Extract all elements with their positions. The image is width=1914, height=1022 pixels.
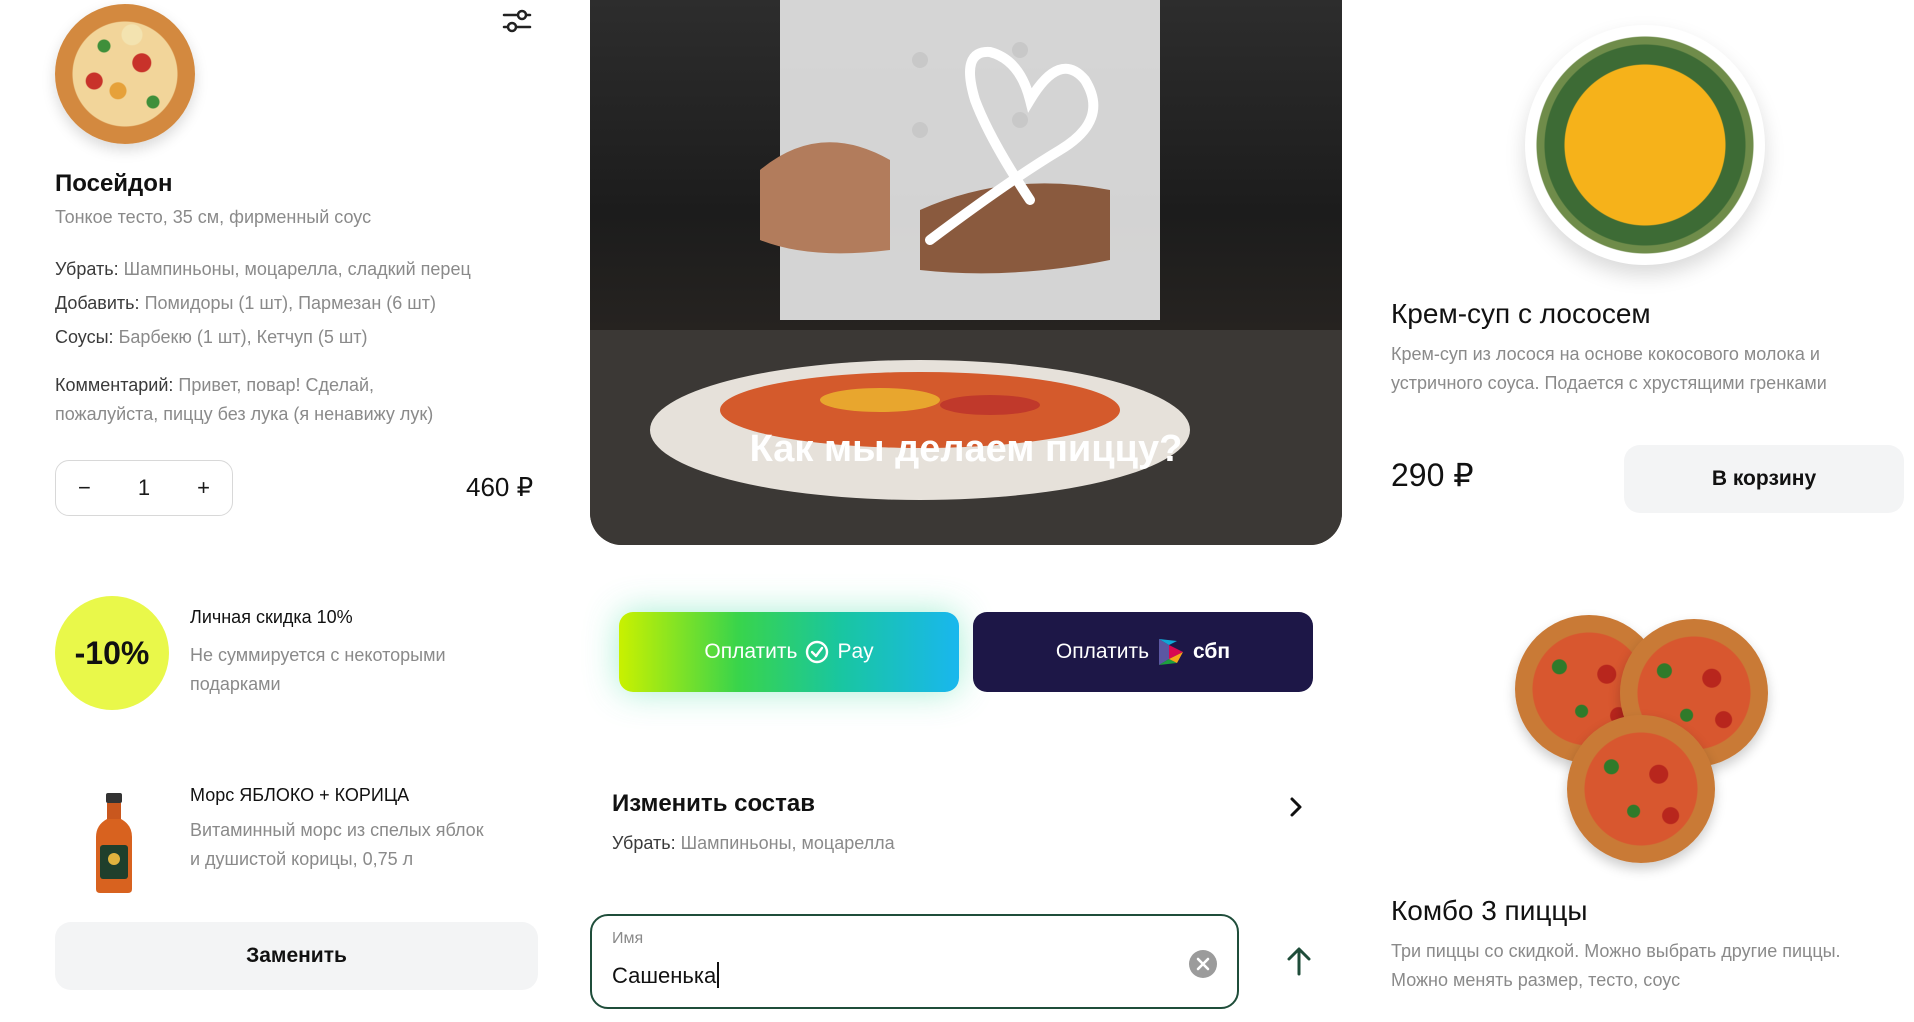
pizza-image-poseidon <box>55 4 195 144</box>
chevron-right-icon[interactable] <box>1288 795 1304 819</box>
drink-description: Витаминный морс из спелых яблок и душист… <box>190 816 484 874</box>
comment-label: Комментарий: <box>55 375 174 395</box>
combo-description: Три пиццы со скидкой. Можно выбрать друг… <box>1391 937 1841 995</box>
comment-value-line1: Привет, повар! Сделай, <box>178 375 375 395</box>
change-remove-label: Убрать: <box>612 833 676 853</box>
sauces-row: Соусы: Барбекю (1 шт), Кетчуп (5 шт) <box>55 320 368 354</box>
sauces-value: Барбекю (1 шт), Кетчуп (5 шт) <box>118 327 368 347</box>
soup-description-line2: устричного соуса. Подается с хрустящими … <box>1391 373 1827 393</box>
sauces-label: Соусы: <box>55 327 114 347</box>
remove-row: Убрать: Шампиньоны, моцарелла, сладкий п… <box>55 252 471 286</box>
pay-gpay-brand: Pay <box>837 640 874 663</box>
remove-label: Убрать: <box>55 259 119 279</box>
check-circle-icon <box>806 640 829 664</box>
replace-button[interactable]: Заменить <box>55 922 538 990</box>
product-title: Посейдон <box>55 170 173 197</box>
drink-bottle-image <box>96 793 132 893</box>
add-label: Добавить: <box>55 293 140 313</box>
pay-sbp-brand: сбп <box>1193 640 1231 663</box>
soup-description-line1: Крем-суп из лосося на основе кокосового … <box>1391 344 1820 364</box>
pay-gpay-label: Оплатить <box>704 640 798 663</box>
decrement-button[interactable]: − <box>78 475 91 501</box>
discount-badge: -10% <box>55 596 169 710</box>
add-value: Помидоры (1 шт), Пармезан (6 шт) <box>144 293 436 313</box>
close-circle-icon[interactable] <box>1189 950 1217 978</box>
combo-pizzas-image <box>1515 615 1785 870</box>
add-row: Добавить: Помидоры (1 шт), Пармезан (6 ш… <box>55 286 436 320</box>
change-remove-value: Шампиньоны, моцарелла <box>680 833 895 853</box>
pay-gpay-button[interactable]: Оплатить Pay <box>619 612 959 692</box>
pay-sbp-button[interactable]: Оплатить сбп <box>973 612 1313 692</box>
hero-video-card[interactable]: Как мы делаем пиццу? <box>590 0 1342 545</box>
combo-pizza-3 <box>1567 715 1715 863</box>
change-remove-row: Убрать: Шампиньоны, моцарелла <box>612 826 895 860</box>
product-price: 460 ₽ <box>466 472 534 502</box>
add-to-cart-button[interactable]: В корзину <box>1624 445 1904 513</box>
settings-sliders-icon[interactable] <box>502 8 532 34</box>
drink-description-line1: Витаминный морс из спелых яблок <box>190 820 484 840</box>
combo-description-line1: Три пиццы со скидкой. Можно выбрать друг… <box>1391 941 1841 961</box>
change-composition-title[interactable]: Изменить состав <box>612 790 815 818</box>
drink-title: Морс ЯБЛОКО + КОРИЦА <box>190 785 410 805</box>
drink-description-line2: и душистой корицы, 0,75 л <box>190 849 414 869</box>
soup-title: Крем-суп с лососем <box>1391 298 1651 329</box>
comment-value-line2: пожалуйста, пиццу без лука (я ненавижу л… <box>55 404 434 424</box>
name-field[interactable]: Имя Сашенька <box>590 914 1239 1009</box>
remove-value: Шампиньоны, моцарелла, сладкий перец <box>123 259 471 279</box>
sbp-logo-icon <box>1159 639 1184 665</box>
name-field-value[interactable]: Сашенька <box>612 962 719 989</box>
discount-title: Личная скидка 10% <box>190 607 353 627</box>
discount-description-line1: Не суммируется с некоторыми <box>190 645 446 665</box>
pay-sbp-label: Оплатить <box>1055 640 1150 663</box>
hero-title: Как мы делаем пиццу? <box>749 428 1183 470</box>
soup-description: Крем-суп из лосося на основе кокосового … <box>1391 340 1827 398</box>
arrow-up-icon[interactable] <box>1286 946 1312 976</box>
discount-description: Не суммируется с некоторыми подарками <box>190 641 446 699</box>
product-subtitle: Тонкое тесто, 35 см, фирменный соус <box>55 207 372 227</box>
soup-price: 290 ₽ <box>1391 457 1474 493</box>
discount-description-line2: подарками <box>190 674 281 694</box>
name-field-label: Имя <box>612 930 644 947</box>
combo-title: Комбо 3 пиццы <box>1391 895 1588 926</box>
combo-description-line2: Можно менять размер, тесто, соус <box>1391 970 1681 990</box>
quantity-value: 1 <box>137 475 151 500</box>
increment-button[interactable]: + <box>197 475 210 501</box>
soup-image <box>1525 25 1765 265</box>
comment-block: Комментарий: Привет, повар! Сделай, пожа… <box>55 371 433 429</box>
quantity-stepper: − 1 + <box>55 460 233 516</box>
